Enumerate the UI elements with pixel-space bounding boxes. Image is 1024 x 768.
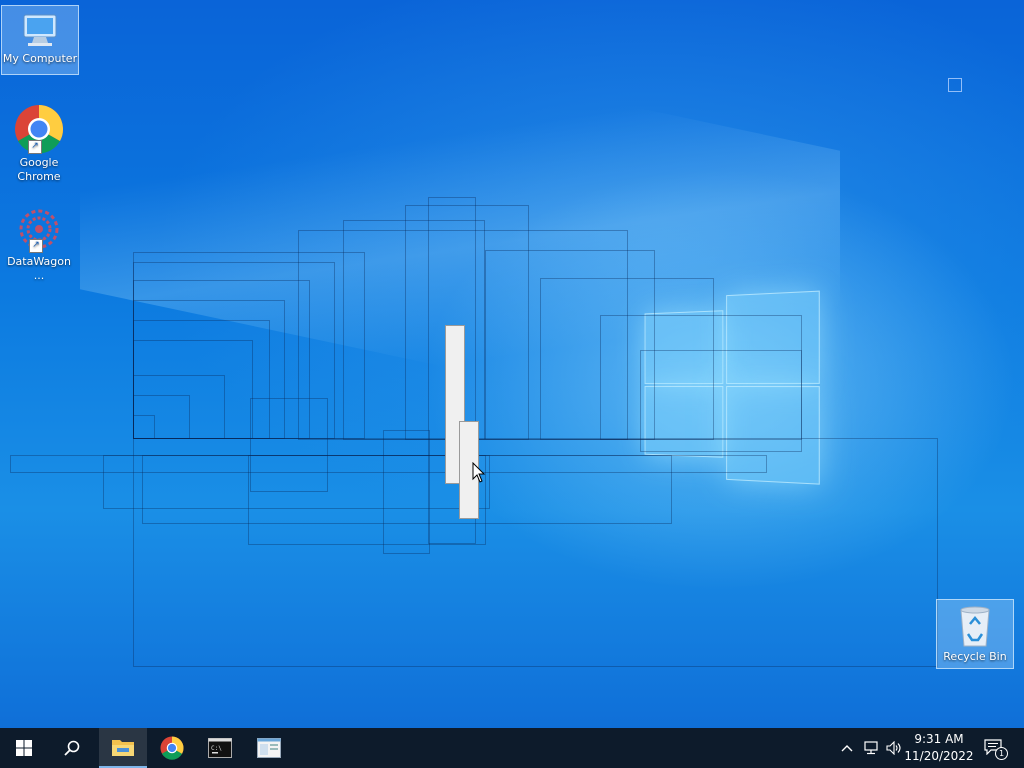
datawagon-icon: ↗ — [15, 205, 63, 253]
desktop-icon-label: My Computer — [2, 52, 78, 65]
taskbar-app-command-prompt[interactable]: C:\ — [196, 728, 244, 768]
taskbar-clock[interactable]: 9:31 AM 11/20/2022 — [904, 731, 974, 765]
taskbar-app-chrome[interactable] — [148, 728, 196, 768]
search-icon — [64, 740, 80, 756]
desktop-icon-label: DataWagon ... — [7, 255, 71, 282]
shortcut-arrow-icon: ↗ — [29, 239, 43, 253]
svg-text:C:\: C:\ — [211, 745, 222, 752]
chrome-icon — [160, 736, 184, 760]
desktop[interactable]: My Computer ↗ Google Chrome ↗ DataWagon … — [0, 0, 1024, 728]
taskbar-app-file-explorer[interactable] — [99, 728, 147, 768]
chrome-icon: ↗ — [14, 104, 64, 154]
desktop-icon-datawagon[interactable]: ↗ DataWagon ... — [1, 205, 77, 283]
desktop-icon-my-computer[interactable]: My Computer — [1, 5, 79, 75]
desktop-icon-google-chrome[interactable]: ↗ Google Chrome — [1, 104, 77, 184]
desktop-icon-recycle-bin[interactable]: Recycle Bin — [936, 599, 1014, 669]
window-app-icon — [257, 738, 281, 758]
notification-count-badge: 1 — [995, 747, 1008, 760]
clock-time: 9:31 AM — [914, 732, 964, 746]
selection-square — [948, 78, 962, 92]
notification-icon: 1 — [984, 739, 1008, 760]
windows-start-icon — [16, 740, 32, 756]
speaker-icon — [886, 741, 901, 755]
shortcut-arrow-icon: ↗ — [28, 140, 42, 154]
network-icon — [864, 741, 878, 755]
terminal-icon: C:\ — [208, 738, 232, 758]
volume-button[interactable] — [883, 728, 905, 768]
show-hidden-icons-button[interactable] — [838, 728, 856, 768]
search-button[interactable] — [48, 728, 96, 768]
desktop-icon-label: Google Chrome — [17, 156, 61, 183]
chevron-up-icon — [841, 745, 853, 752]
action-center-button[interactable]: 1 — [978, 728, 1010, 768]
taskbar-app-window[interactable] — [245, 728, 293, 768]
desktop-icon-label: Recycle Bin — [943, 650, 1007, 663]
folder-icon — [112, 740, 134, 756]
mouse-cursor-icon — [472, 461, 486, 487]
computer-icon — [20, 12, 60, 50]
clock-date: 11/20/2022 — [904, 749, 974, 763]
start-button[interactable] — [0, 728, 48, 768]
recycle-bin-icon — [955, 604, 995, 648]
taskbar: C:\ 9:31 AM 11/20/2022 1 — [0, 728, 1024, 768]
network-button[interactable] — [860, 728, 882, 768]
